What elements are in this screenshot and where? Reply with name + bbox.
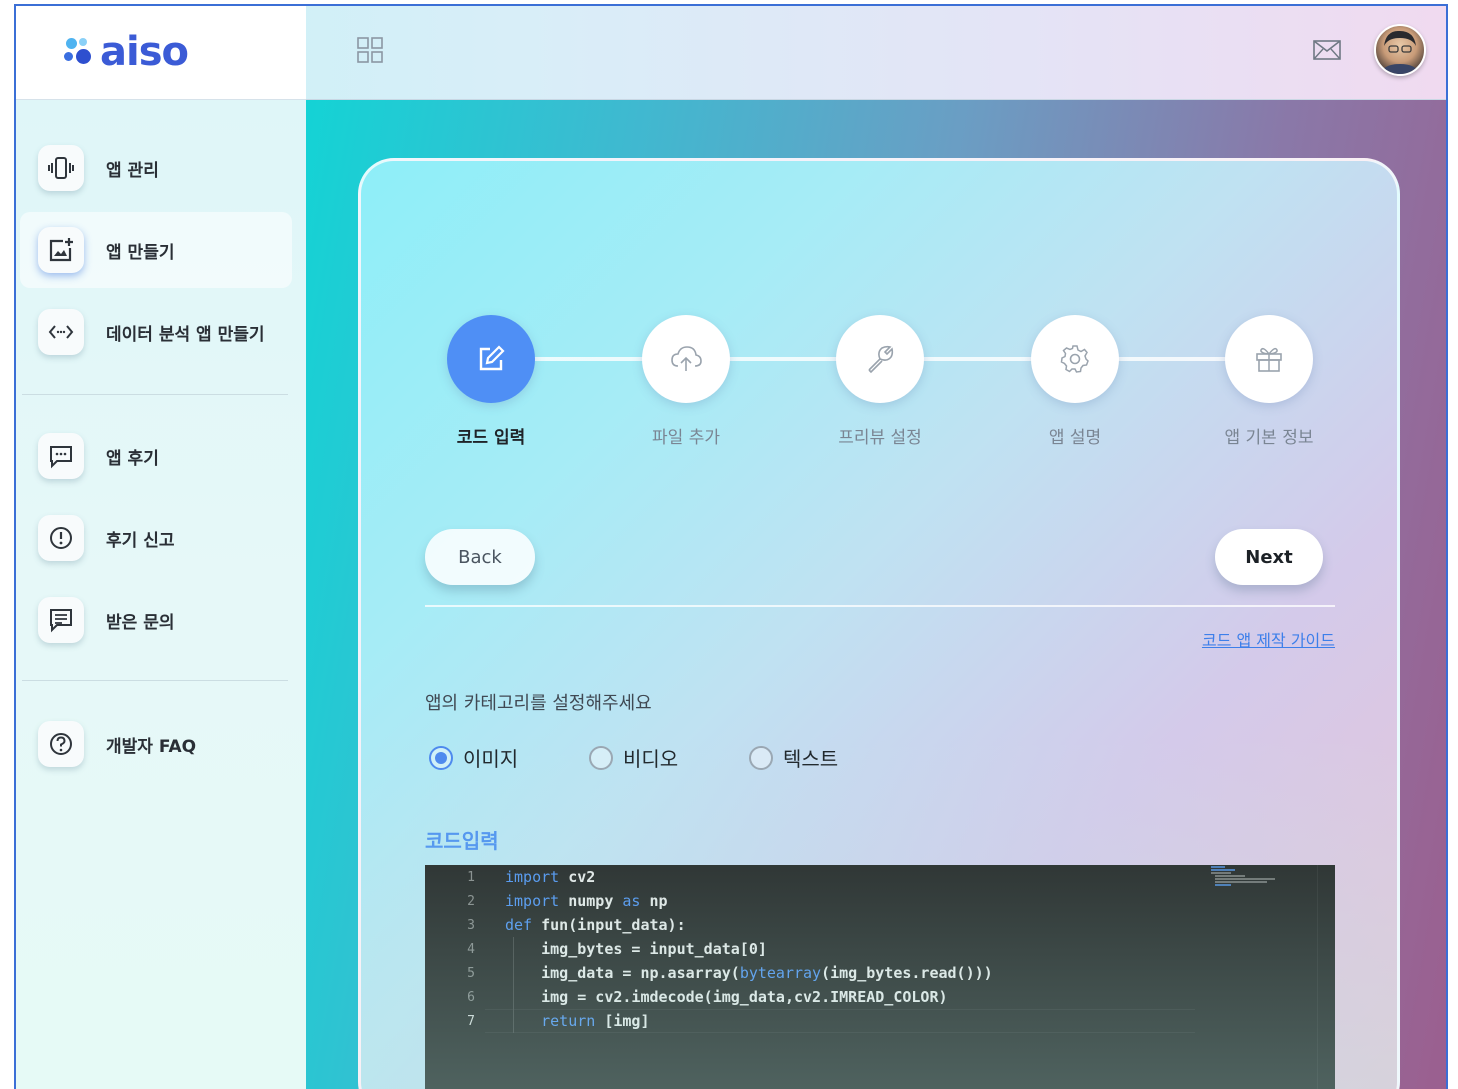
sidebar-item-label: 받은 문의 (106, 612, 175, 633)
sidebar-item-app-reviews[interactable]: 앱 후기 (20, 418, 292, 494)
code-app-guide-link[interactable]: 코드 앱 제작 가이드 (1197, 627, 1335, 651)
main-content: 코드 입력 파일 추가 프리뷰 설정 앱 설명 앱 기본 정보 Back Nex… (306, 100, 1446, 1089)
wrench-icon (868, 345, 894, 374)
radio-indicator-checked[interactable] (429, 745, 453, 770)
step-label-app-basic-info: 앱 기본 정보 (1224, 428, 1314, 448)
sidebar-item-create-app[interactable]: 앱 만들기 (20, 212, 292, 288)
step-code-input[interactable] (447, 315, 535, 403)
code-text: def fun(input_data): (505, 916, 686, 934)
sidebar-item-label: 개발자 FAQ (106, 736, 197, 757)
line-number: 3 (467, 917, 475, 933)
code-editor[interactable]: 1 import cv2 2 import numpy as np 3 def … (425, 865, 1335, 1089)
add-image-icon (38, 227, 84, 273)
gift-icon (1256, 347, 1282, 372)
grid-icon[interactable] (356, 36, 384, 64)
mail-icon[interactable] (1312, 38, 1342, 62)
step-label-preview-settings: 프리뷰 설정 (838, 428, 922, 448)
radio-label: 비디오 (623, 747, 679, 771)
message-lines-icon (38, 597, 84, 643)
code-line: 7 return [img] (425, 1009, 649, 1033)
code-text: img_bytes = input_data[0] (505, 940, 767, 958)
radio-image[interactable]: 이미지 (429, 743, 518, 772)
code-text: return [img] (541, 1012, 650, 1030)
sidebar-item-inquiries[interactable]: 받은 문의 (20, 582, 292, 658)
code-icon (38, 309, 84, 355)
code-line: 4 img_bytes = input_data[0] (425, 937, 767, 961)
sidebar-item-label: 후기 신고 (106, 530, 175, 551)
vibrate-icon (38, 145, 84, 191)
code-input-title: 코드입력 (425, 829, 499, 853)
sidebar-divider (22, 394, 288, 395)
radio-label: 텍스트 (783, 747, 839, 771)
aiso-logo[interactable]: aiso (64, 29, 189, 75)
radio-indicator[interactable] (749, 745, 773, 770)
radio-text[interactable]: 텍스트 (749, 743, 838, 772)
step-label-code-input: 코드 입력 (456, 428, 526, 448)
line-number: 4 (467, 941, 475, 957)
sidebar-item-label: 앱 후기 (106, 448, 159, 469)
code-text: import numpy as np (505, 892, 668, 910)
step-label-app-description: 앱 설명 (1048, 428, 1102, 448)
line-number: 7 (467, 1013, 475, 1029)
sidebar-item-app-management[interactable]: 앱 관리 (20, 130, 292, 206)
line-number: 5 (467, 965, 475, 981)
section-divider (425, 605, 1335, 607)
sidebar-divider (22, 680, 288, 681)
cloud-upload-icon (671, 346, 702, 371)
radio-indicator[interactable] (589, 745, 613, 770)
code-line: 6 img = cv2.imdecode(img_data,cv2.IMREAD… (425, 985, 947, 1009)
sidebar-item-label: 앱 관리 (106, 160, 159, 181)
line-number: 2 (467, 893, 475, 909)
avatar-face-icon (1380, 30, 1420, 74)
code-text: import cv2 (505, 868, 596, 886)
code-line: 5 img_data = np.asarray(bytearray(img_by… (425, 961, 993, 985)
code-line: 2 import numpy as np (425, 889, 667, 913)
radio-label: 이미지 (463, 747, 519, 771)
category-prompt: 앱의 카테고리를 설정해주세요 (425, 693, 652, 714)
top-header: aiso (16, 6, 1446, 100)
step-add-file[interactable] (642, 315, 730, 403)
line-number: 1 (467, 869, 475, 885)
logo-area: aiso (16, 6, 306, 100)
logo-mark-icon (64, 36, 94, 68)
next-button[interactable]: Next (1215, 529, 1323, 585)
logo-text: aiso (100, 29, 189, 75)
radio-video[interactable]: 비디오 (589, 743, 678, 772)
sidebar-item-data-analysis-app[interactable]: 데이터 분석 앱 만들기 (20, 294, 292, 370)
step-app-basic-info[interactable] (1225, 315, 1313, 403)
sidebar-item-label: 앱 만들기 (106, 242, 175, 263)
sidebar-item-report-review[interactable]: 후기 신고 (20, 500, 292, 576)
chat-dots-icon (38, 433, 84, 479)
line-number: 6 (467, 989, 475, 1005)
sidebar-item-label: 데이터 분석 앱 만들기 (106, 324, 265, 345)
step-app-description[interactable] (1031, 315, 1119, 403)
help-circle-icon (38, 721, 84, 767)
settings-icon (1060, 345, 1089, 373)
code-text: img = cv2.imdecode(img_data,cv2.IMREAD_C… (505, 988, 948, 1006)
back-button[interactable]: Back (425, 529, 535, 585)
sidebar-item-developer-faq[interactable]: 개발자 FAQ (20, 706, 292, 782)
step-label-add-file: 파일 추가 (652, 428, 720, 448)
edit-icon (479, 345, 505, 371)
step-preview-settings[interactable] (836, 315, 924, 403)
code-line: 1 import cv2 (425, 865, 595, 889)
sidebar: 앱 관리 앱 만들기 데이터 분석 앱 만들기 앱 후기 후기 신고 받은 문의… (16, 100, 306, 1089)
user-avatar[interactable] (1374, 24, 1426, 76)
editor-minimap[interactable] (1209, 865, 1319, 887)
code-line: 3 def fun(input_data): (425, 913, 685, 937)
editor-scrollbar[interactable] (1317, 865, 1335, 1089)
create-app-card: 코드 입력 파일 추가 프리뷰 설정 앱 설명 앱 기본 정보 Back Nex… (358, 158, 1400, 1089)
alert-circle-icon (38, 515, 84, 561)
app-window: aiso 앱 관리 앱 만들기 데이터 분석 앱 만들기 앱 후기 후기 신고 … (14, 4, 1448, 1089)
code-text: img_data = np.asarray(bytearray(img_byte… (505, 964, 993, 982)
